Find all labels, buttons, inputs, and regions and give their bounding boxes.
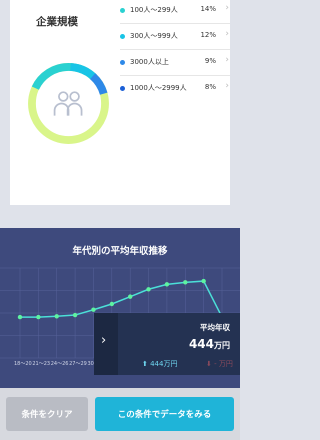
data-point[interactable] (127, 294, 133, 299)
data-point[interactable] (164, 282, 170, 287)
legend-pct: 8% (204, 83, 216, 91)
legend-dot (120, 34, 125, 39)
popup-down-value: - 万円 (214, 360, 233, 368)
data-point[interactable] (54, 314, 59, 319)
legend-pct: 9% (204, 57, 216, 65)
legend-dot (120, 86, 125, 91)
chevron-right-icon: › (101, 333, 107, 348)
data-point[interactable] (183, 280, 188, 285)
legend-dot (120, 8, 125, 13)
popup-down: ⬇ - 万円 (206, 359, 233, 369)
people-icon (53, 91, 83, 116)
search-with-conditions-button[interactable]: この条件でデータをみる (95, 397, 234, 431)
data-point[interactable] (72, 312, 78, 318)
x-tick-label: 18〜20 (14, 361, 32, 367)
legend-row-100-299[interactable]: 100人〜299人 14% › (120, 0, 230, 24)
legend-label: 300人〜999人 (130, 32, 178, 40)
popup-value: 444万円 (189, 337, 230, 351)
x-tick-label: 21〜23 (32, 361, 50, 367)
data-point[interactable] (201, 278, 206, 284)
arrow-up-icon: ⬆ (142, 360, 151, 368)
popup-value-unit: 万円 (214, 341, 230, 350)
data-point[interactable] (91, 307, 96, 312)
legend-label: 3000人以上 (130, 58, 169, 66)
company-size-title: 企業規模 (36, 16, 78, 28)
popup-up: ⬆ 444万円 (142, 359, 177, 369)
data-point[interactable] (17, 314, 23, 320)
arrow-down-icon: ⬇ (206, 360, 215, 368)
legend-row-300-999[interactable]: 300人〜999人 12% › (120, 26, 230, 50)
popup-up-value: 444万円 (150, 360, 178, 368)
legend-pct: 12% (200, 31, 216, 39)
popup-value-number: 444 (188, 337, 214, 351)
legend-row-3000-plus[interactable]: 3000人以上 9% › (120, 52, 230, 76)
x-tick-label: 24〜26 (51, 361, 69, 367)
chevron-right-icon: › (225, 29, 229, 39)
series-line (20, 280, 223, 318)
data-point[interactable] (36, 314, 41, 320)
salary-popup: › 平均年収 444万円 ⬆ 444万円 ⬇ - 万円 (94, 313, 240, 375)
popup-expand-button[interactable]: › (94, 313, 118, 375)
legend-label: 1000人〜2999人 (130, 84, 187, 92)
chevron-right-icon: › (225, 3, 229, 13)
legend-row-1000-2999[interactable]: 1000人〜2999人 8% › (120, 78, 230, 102)
chevron-right-icon: › (225, 55, 229, 65)
data-point[interactable] (109, 301, 115, 307)
company-size-donut (28, 63, 109, 144)
popup-label: 平均年収 (200, 323, 230, 332)
clear-conditions-button[interactable]: 条件をクリア (6, 397, 88, 431)
legend-dot (120, 60, 125, 65)
legend-pct: 14% (200, 5, 216, 13)
x-tick-label: 27〜29 (69, 361, 87, 367)
chevron-right-icon: › (225, 81, 229, 91)
company-size-card: 企業規模 100人〜299人 14% › 300人〜999人 12% › 300… (10, 0, 230, 205)
data-point[interactable] (146, 287, 151, 292)
legend-label: 100人〜299人 (130, 6, 178, 14)
